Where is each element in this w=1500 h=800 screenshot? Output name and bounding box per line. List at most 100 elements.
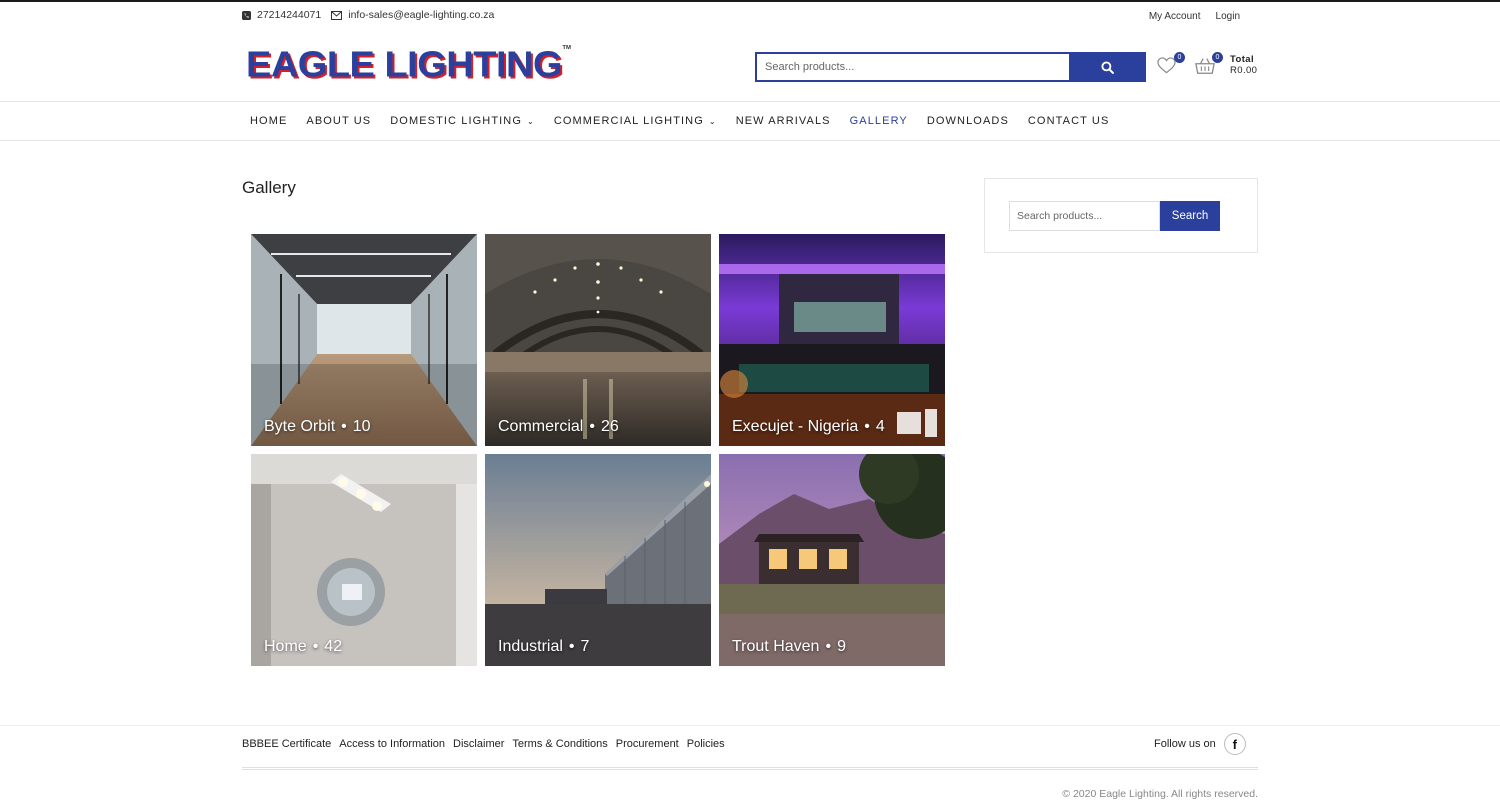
gallery-tile-separator: •: [825, 638, 832, 655]
nav-item-contact-us[interactable]: CONTACT US: [1028, 115, 1110, 127]
login-link[interactable]: Login: [1216, 11, 1240, 22]
nav-item-label: COMMERCIAL LIGHTING: [553, 115, 704, 127]
gallery-tile-count: 7: [580, 638, 590, 655]
gallery-tile-count: 10: [352, 418, 371, 435]
heart-icon: [1157, 57, 1176, 74]
search-icon: [1101, 60, 1114, 74]
gallery-tile-label: Trout Haven • 9: [732, 638, 846, 656]
gallery-image-home: [251, 454, 477, 666]
chevron-down-icon: ⌄: [708, 116, 717, 126]
gallery-tile-execujet-nigeria[interactable]: Execujet - Nigeria • 4: [719, 234, 945, 446]
gallery-tile-home[interactable]: Home • 42: [251, 454, 477, 666]
gallery-tile-label: Commercial • 26: [498, 418, 619, 436]
gallery-image-commercial: [485, 234, 711, 446]
wishlist-count-badge: 0: [1174, 52, 1185, 63]
nav-item-label: DOMESTIC LIGHTING: [390, 115, 523, 127]
facebook-icon[interactable]: f: [1223, 733, 1246, 755]
email-address: info-sales@eagle-lighting.co.za: [348, 9, 495, 21]
contact-info: 27214244071 info-sales@eagle-lighting.co…: [242, 9, 504, 21]
gallery-tile-name: Commercial: [498, 418, 584, 435]
gallery-image-execujet-nigeria: [719, 234, 945, 446]
gallery-tile-label: Home • 42: [264, 638, 342, 656]
cart-total-value: R0.00: [1230, 65, 1258, 76]
follow-label: Follow us on: [1154, 738, 1216, 750]
nav-item-downloads[interactable]: DOWNLOADS: [927, 115, 1009, 127]
phone-item[interactable]: 27214244071: [242, 9, 321, 21]
footer-link-bbbee-certificate[interactable]: BBBEE Certificate: [242, 738, 331, 750]
nav-item-label: HOME: [250, 115, 288, 127]
phone-number: 27214244071: [257, 9, 322, 21]
gallery-tile-name: Home: [264, 638, 307, 655]
main-navigation: HOME ABOUT US DOMESTIC LIGHTING ⌄ COMMERC…: [0, 103, 1500, 141]
footer-link-disclaimer[interactable]: Disclaimer: [453, 738, 504, 750]
cart-count-badge: 0: [1212, 52, 1223, 63]
gallery-tile-count: 26: [600, 418, 619, 435]
header-search: [755, 52, 1146, 82]
account-links: My Account Login: [1134, 11, 1240, 22]
phone-icon: [242, 10, 251, 20]
gallery-tile-count: 42: [324, 638, 343, 655]
email-item[interactable]: info-sales@eagle-lighting.co.za: [331, 9, 494, 21]
gallery-grid: Byte Orbit • 10 Commercial • 26 Execujet…: [251, 234, 945, 666]
footer-link-access-to-information[interactable]: Access to Information: [339, 738, 445, 750]
sidebar-search-input[interactable]: [1009, 201, 1160, 231]
header-search-button[interactable]: [1069, 52, 1146, 82]
cart-total[interactable]: Total R0.00: [1230, 54, 1257, 76]
gallery-tile-byte-orbit[interactable]: Byte Orbit • 10: [251, 234, 477, 446]
sidebar-search-button[interactable]: Search: [1160, 201, 1220, 231]
nav-item-gallery[interactable]: GALLERY: [850, 115, 908, 127]
gallery-image-trout-haven: [719, 454, 945, 666]
nav-item-commercial-lighting[interactable]: COMMERCIAL LIGHTING ⌄: [554, 115, 717, 127]
top-bar: 27214244071 info-sales@eagle-lighting.co…: [242, 2, 1258, 30]
nav-item-label: GALLERY: [849, 115, 908, 127]
nav-item-home[interactable]: HOME: [250, 115, 287, 127]
gallery-image-byte-orbit: [251, 234, 477, 446]
gallery-tile-commercial[interactable]: Commercial • 26: [485, 234, 711, 446]
gallery-tile-name: Byte Orbit: [264, 418, 336, 435]
logo-trademark: TM: [562, 45, 571, 51]
footer-divider: [242, 767, 1258, 770]
logo-text: EAGLE LIGHTING: [246, 45, 563, 85]
footer-links: BBBEE Certificate Access to Information …: [242, 738, 733, 750]
nav-item-label: ABOUT US: [306, 115, 372, 127]
gallery-tile-label: Byte Orbit • 10: [264, 418, 371, 436]
page-title: Gallery: [242, 178, 296, 197]
nav-item-label: DOWNLOADS: [926, 115, 1009, 127]
gallery-tile-name: Trout Haven: [732, 638, 820, 655]
cart-button[interactable]: 0: [1195, 52, 1223, 79]
nav-item-domestic-lighting[interactable]: DOMESTIC LIGHTING ⌄: [390, 115, 535, 127]
nav-item-label: CONTACT US: [1027, 115, 1110, 127]
footer-top-border: [0, 725, 1500, 726]
nav-item-new-arrivals[interactable]: NEW ARRIVALS: [736, 115, 831, 127]
chevron-down-icon: ⌄: [527, 116, 535, 126]
gallery-tile-separator: •: [589, 418, 595, 435]
site-logo[interactable]: EAGLE LIGHTING TM: [246, 45, 571, 85]
gallery-tile-name: Execujet - Nigeria: [732, 418, 859, 435]
header-search-input[interactable]: [755, 52, 1069, 82]
gallery-tile-separator: •: [312, 638, 319, 655]
footer-link-procurement[interactable]: Procurement: [616, 738, 679, 750]
gallery-tile-name: Industrial: [498, 638, 563, 655]
gallery-tile-count: 9: [837, 638, 846, 655]
gallery-tile-separator: •: [568, 638, 575, 655]
nav-item-about-us[interactable]: ABOUT US: [306, 115, 371, 127]
wishlist-button[interactable]: 0: [1157, 52, 1185, 79]
copyright-text: © 2020 Eagle Lighting. All rights reserv…: [1062, 788, 1258, 800]
footer-link-policies[interactable]: Policies: [687, 738, 725, 750]
sidebar-search-widget: Search: [984, 178, 1258, 253]
social-follow: Follow us on f: [1154, 733, 1246, 755]
envelope-icon: [331, 10, 343, 20]
gallery-tile-trout-haven[interactable]: Trout Haven • 9: [719, 454, 945, 666]
cart-total-label: Total: [1230, 54, 1254, 65]
gallery-tile-industrial[interactable]: Industrial • 7: [485, 454, 711, 666]
my-account-link[interactable]: My Account: [1149, 11, 1201, 22]
footer-link-terms-conditions[interactable]: Terms & Conditions: [512, 738, 607, 750]
nav-item-label: NEW ARRIVALS: [735, 115, 831, 127]
gallery-tile-count: 4: [875, 418, 885, 435]
gallery-tile-separator: •: [341, 418, 347, 435]
gallery-tile-separator: •: [864, 418, 870, 435]
gallery-tile-label: Execujet - Nigeria • 4: [732, 418, 885, 436]
gallery-tile-label: Industrial • 7: [498, 638, 589, 656]
gallery-image-industrial: [485, 454, 711, 666]
site-header: EAGLE LIGHTING TM 0 0 Total R0.00: [0, 30, 1500, 102]
